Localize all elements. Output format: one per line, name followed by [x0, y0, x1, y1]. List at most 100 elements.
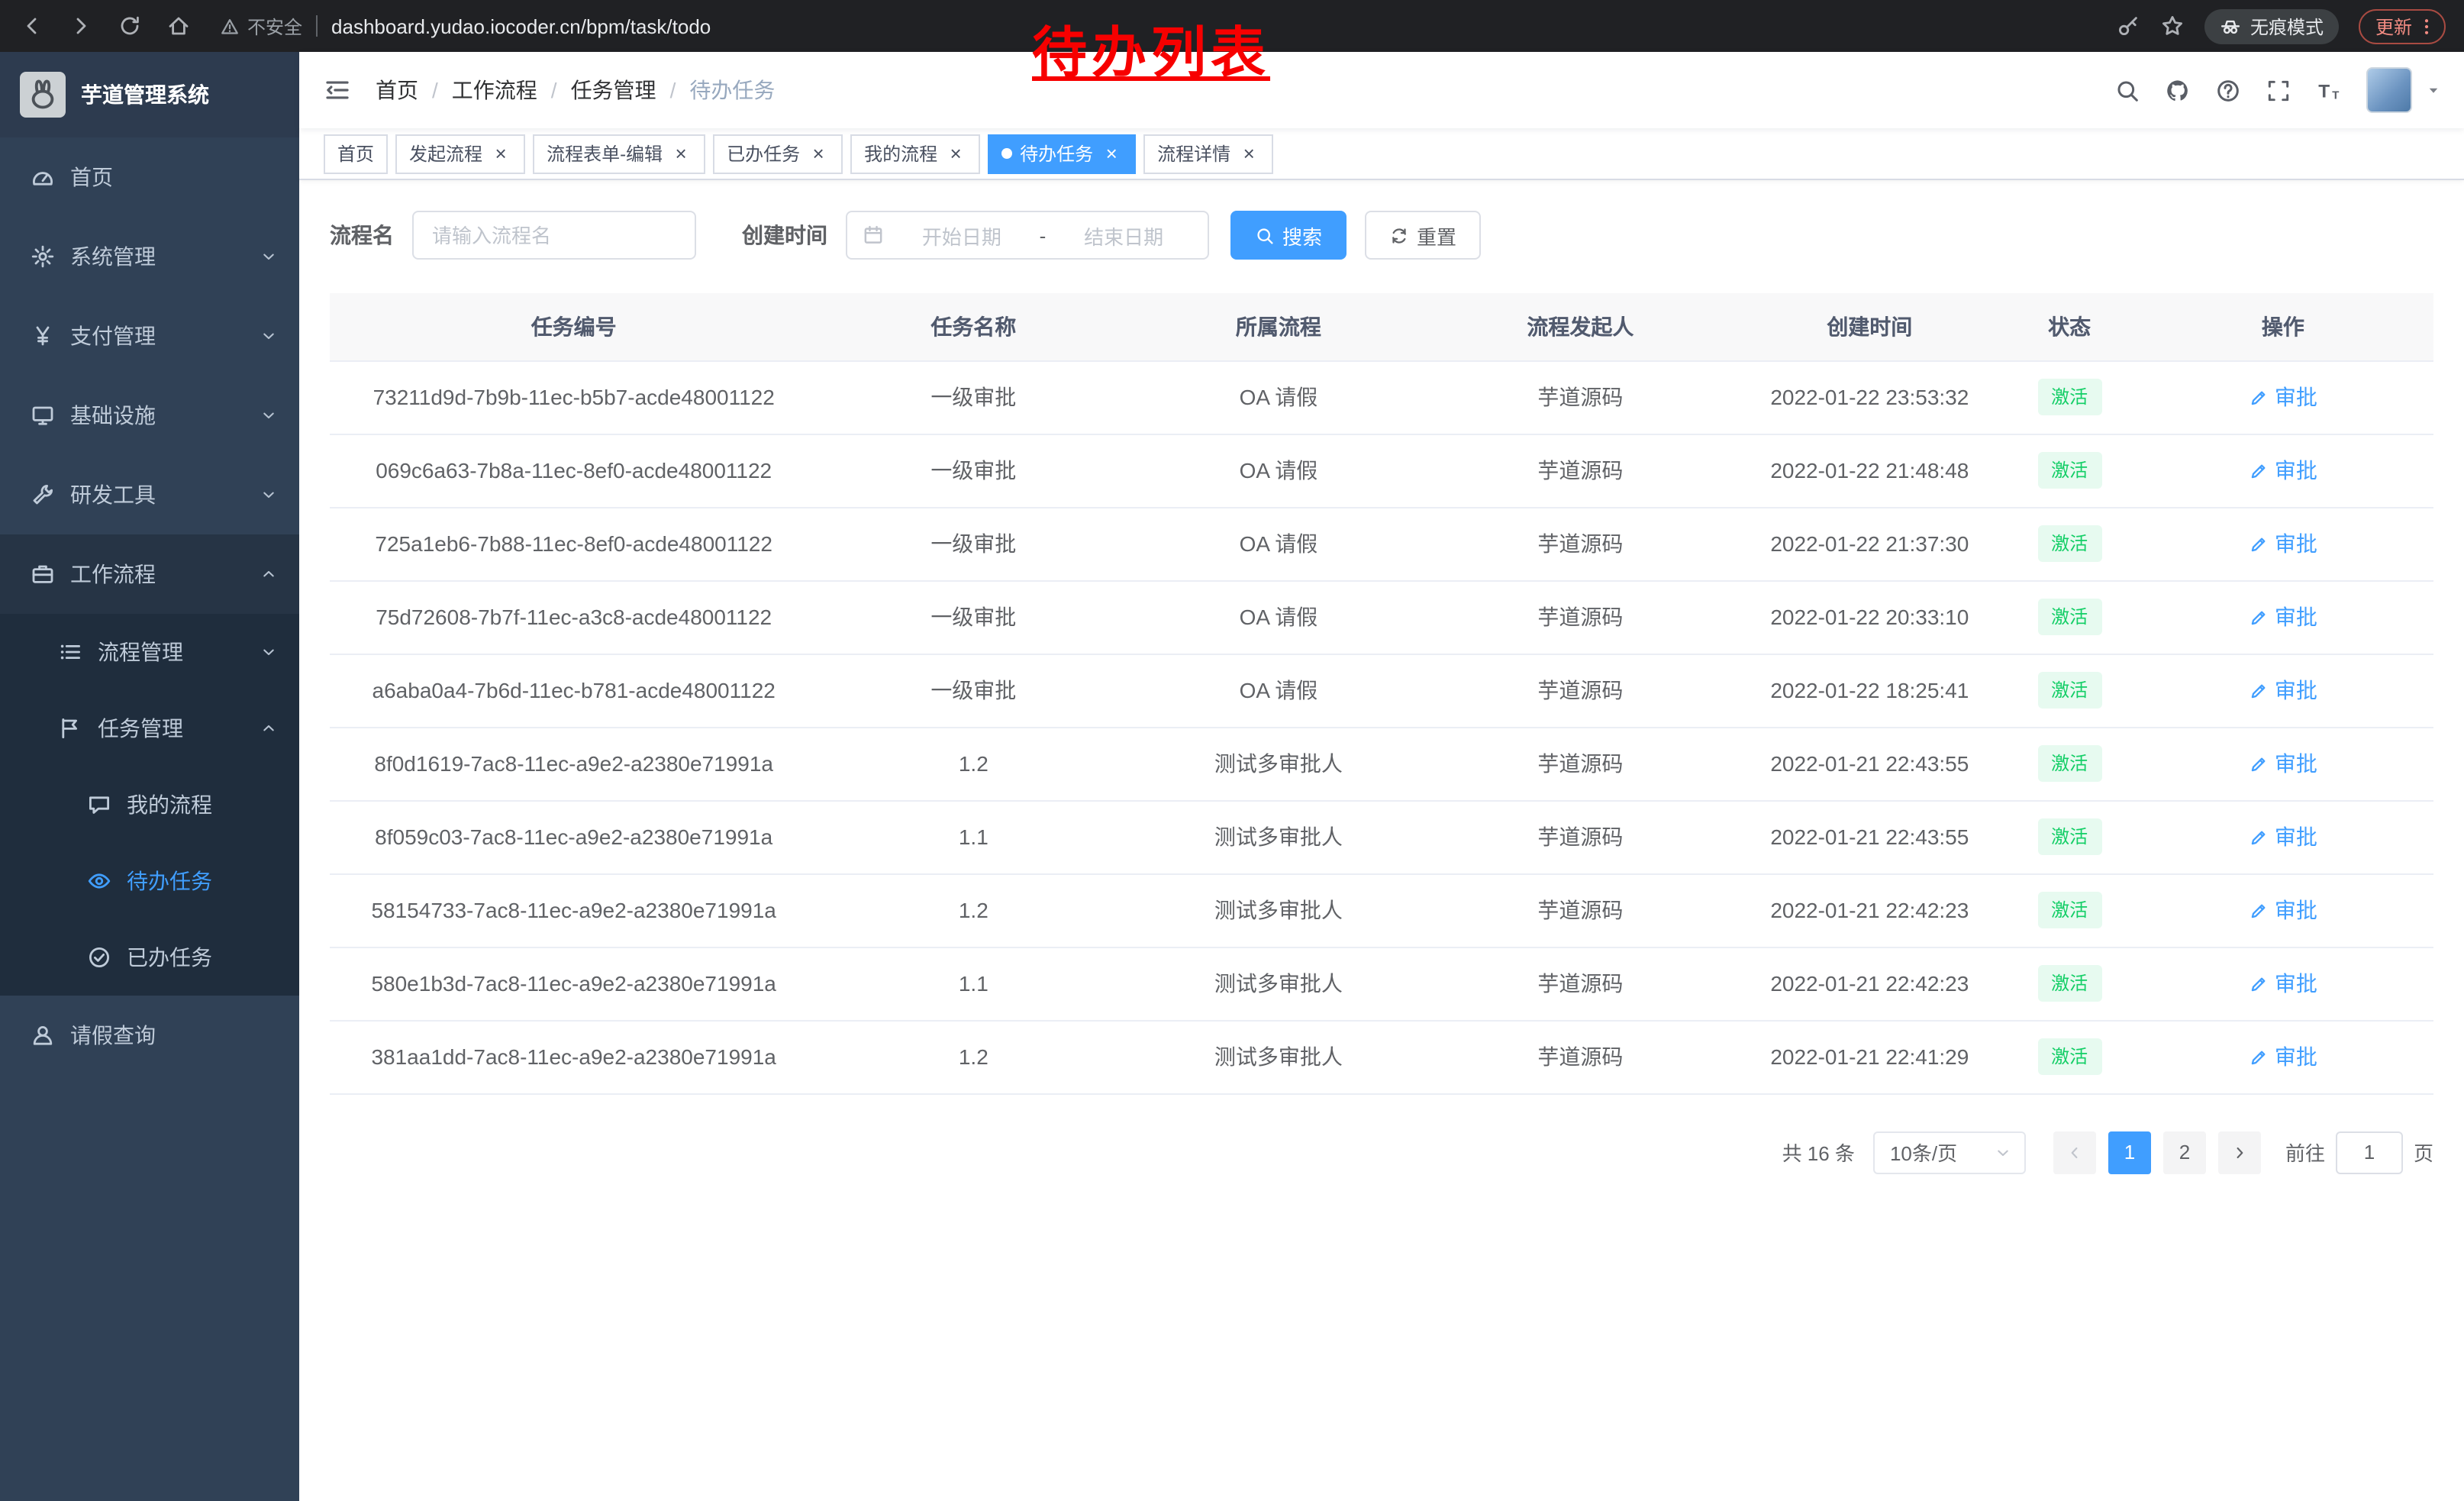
sidebar-item-label: 支付管理	[70, 321, 156, 351]
sidebar-item-11[interactable]: 请假查询	[0, 996, 299, 1075]
user-avatar[interactable]	[2366, 67, 2412, 113]
search-button[interactable]: 搜索	[1230, 211, 1346, 260]
close-icon[interactable]: ×	[945, 143, 966, 164]
next-page-button[interactable]	[2218, 1131, 2261, 1173]
approve-link[interactable]: 审批	[2249, 675, 2317, 705]
approve-link[interactable]: 审批	[2249, 528, 2317, 559]
sidebar-item-0[interactable]: 首页	[0, 137, 299, 217]
tab-item-3[interactable]: 已办任务×	[713, 134, 843, 173]
update-button[interactable]: 更新	[2359, 8, 2446, 44]
hamburger-icon	[324, 76, 351, 104]
reset-button[interactable]: 重置	[1365, 211, 1481, 260]
tab-item-0[interactable]: 首页	[324, 134, 388, 173]
time-cell: 2022-01-22 20:33:10	[1733, 580, 2006, 654]
approve-link[interactable]: 审批	[2249, 822, 2317, 852]
approve-link[interactable]: 审批	[2249, 602, 2317, 632]
browser-forward-button[interactable]	[67, 12, 95, 40]
sidebar-item-2[interactable]: 支付管理	[0, 296, 299, 376]
browser-reload-button[interactable]	[116, 12, 144, 40]
close-icon[interactable]: ×	[1101, 143, 1122, 164]
page-button-1[interactable]: 1	[2108, 1131, 2151, 1173]
approve-link[interactable]: 审批	[2249, 1041, 2317, 1072]
avatar-caret-icon[interactable]	[2424, 81, 2443, 99]
action-cell: 审批	[2133, 947, 2433, 1020]
page-size-value: 10条/页	[1890, 1138, 1957, 1167]
sidebar-item-10[interactable]: 已办任务	[0, 919, 299, 996]
approve-link[interactable]: 审批	[2249, 382, 2317, 412]
sidebar-item-9[interactable]: 待办任务	[0, 843, 299, 919]
time-cell: 2022-01-22 18:25:41	[1733, 654, 2006, 727]
fullscreen-icon	[2266, 77, 2291, 103]
close-icon[interactable]: ×	[670, 143, 692, 164]
approve-link[interactable]: 审批	[2249, 968, 2317, 999]
chevron-up-icon	[260, 565, 278, 583]
pencil-icon	[2249, 827, 2269, 847]
sidebar-item-1[interactable]: 系统管理	[0, 217, 299, 296]
column-header: 所属流程	[1129, 293, 1427, 360]
time-cell: 2022-01-21 22:43:55	[1733, 800, 2006, 873]
status-cell: 激活	[2006, 507, 2132, 580]
date-range-picker[interactable]: 开始日期 - 结束日期	[846, 211, 1209, 260]
warning-icon	[220, 16, 240, 36]
sidebar-item-8[interactable]: 我的流程	[0, 767, 299, 843]
sidebar-item-label: 研发工具	[70, 479, 156, 510]
close-icon[interactable]: ×	[490, 143, 511, 164]
security-indicator[interactable]: 不安全	[220, 13, 302, 39]
sidebar-item-5[interactable]: 工作流程	[0, 534, 299, 614]
action-cell: 审批	[2133, 507, 2433, 580]
browser-home-button[interactable]	[165, 12, 192, 40]
sidebar-item-7[interactable]: 任务管理	[0, 690, 299, 767]
sidebar-item-label: 工作流程	[70, 559, 156, 589]
sidebar-item-4[interactable]: 研发工具	[0, 455, 299, 534]
sidebar-toggle-button[interactable]	[299, 76, 376, 104]
starter-cell: 芋道源码	[1428, 947, 1734, 1020]
bookmark-star-icon[interactable]	[2160, 14, 2185, 38]
github-icon[interactable]	[2165, 77, 2191, 103]
tab-label: 待办任务	[1020, 140, 1093, 166]
tab-item-4[interactable]: 我的流程×	[850, 134, 980, 173]
search-icon[interactable]	[2114, 77, 2140, 103]
font-size-icon[interactable]: TT	[2316, 77, 2342, 103]
sidebar-item-3[interactable]: 基础设施	[0, 376, 299, 455]
status-badge: 激活	[2037, 818, 2101, 855]
key-icon[interactable]	[2116, 14, 2140, 38]
tab-item-1[interactable]: 发起流程×	[395, 134, 525, 173]
page-button-2[interactable]: 2	[2163, 1131, 2206, 1173]
tab-item-2[interactable]: 流程表单-编辑×	[533, 134, 705, 173]
approve-link[interactable]: 审批	[2249, 748, 2317, 779]
pencil-icon	[2249, 460, 2269, 480]
close-icon[interactable]: ×	[808, 143, 829, 164]
page-size-select[interactable]: 10条/页	[1873, 1131, 2026, 1173]
table-row: 8f059c03-7ac8-11ec-a9e2-a2380e71991a1.1测…	[330, 800, 2433, 873]
question-icon	[2215, 77, 2241, 103]
app-logo[interactable]: 芋道管理系统	[0, 52, 299, 137]
task-name-cell: 一级审批	[818, 654, 1129, 727]
tab-item-5[interactable]: 待办任务 ×	[988, 134, 1136, 173]
briefcase-icon	[31, 562, 55, 586]
page-content: 流程名 创建时间 开始日期 - 结束日期 搜索 重	[299, 180, 2464, 1501]
browser-menu-icon[interactable]	[2417, 16, 2437, 36]
table-row: 73211d9d-7b9b-11ec-b5b7-acde48001122一级审批…	[330, 360, 2433, 434]
search-icon	[2114, 77, 2140, 103]
prev-page-button[interactable]	[2053, 1131, 2096, 1173]
breadcrumb-item[interactable]: 工作流程	[452, 75, 537, 105]
goto-page-input[interactable]	[2336, 1131, 2403, 1173]
table-row: 725a1eb6-7b88-11ec-8ef0-acde48001122一级审批…	[330, 507, 2433, 580]
browser-back-button[interactable]	[18, 12, 46, 40]
sidebar-item-label: 流程管理	[98, 637, 183, 667]
calendar-icon	[863, 224, 884, 246]
help-icon[interactable]	[2215, 77, 2241, 103]
process-cell: 测试多审批人	[1129, 727, 1427, 800]
url-text: dashboard.yudao.iocoder.cn/bpm/task/todo	[331, 15, 711, 37]
time-cell: 2022-01-21 22:43:55	[1733, 727, 2006, 800]
close-icon[interactable]: ×	[1238, 143, 1259, 164]
approve-link[interactable]: 审批	[2249, 895, 2317, 925]
process-name-input[interactable]	[412, 211, 696, 260]
fullscreen-icon[interactable]	[2266, 77, 2291, 103]
tab-item-6[interactable]: 流程详情×	[1143, 134, 1273, 173]
breadcrumb-item[interactable]: 任务管理	[571, 75, 656, 105]
sidebar-item-6[interactable]: 流程管理	[0, 614, 299, 690]
reset-button-label: 重置	[1417, 221, 1456, 250]
breadcrumb-item[interactable]: 首页	[376, 75, 418, 105]
approve-link[interactable]: 审批	[2249, 455, 2317, 486]
